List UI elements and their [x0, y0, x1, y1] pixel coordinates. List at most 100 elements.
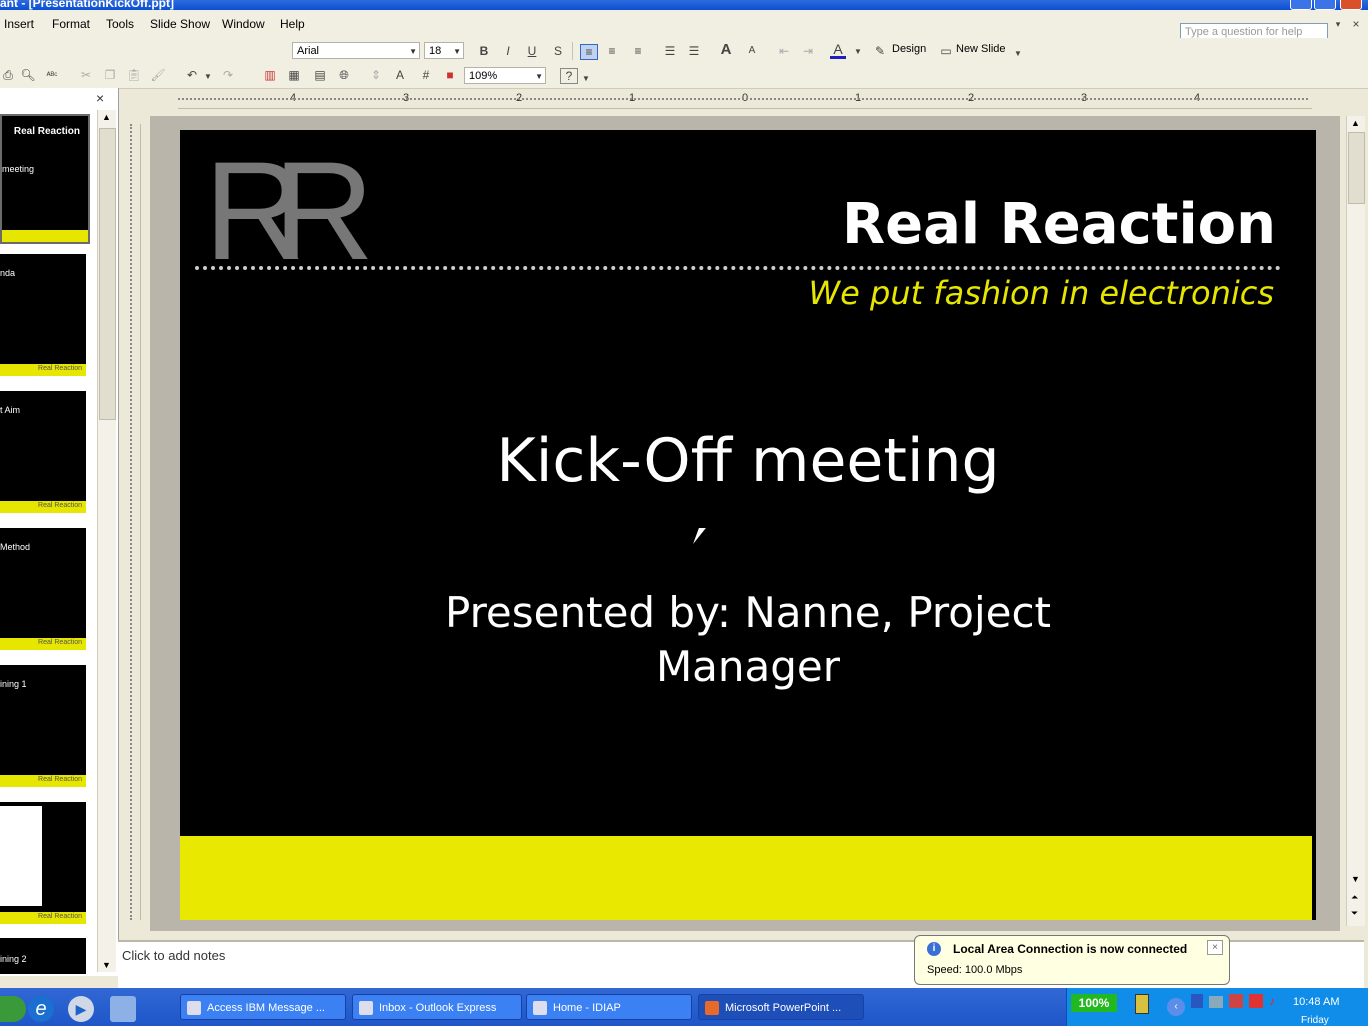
slide-thumbnail-3[interactable]: t Aim Real Reaction: [0, 391, 86, 513]
show-hidden-icons-icon[interactable]: ‹: [1167, 998, 1185, 1016]
menu-tools[interactable]: Tools: [106, 17, 134, 31]
slide-scrollbar[interactable]: ▲ ▼ ⏶ ⏷: [1346, 116, 1365, 926]
align-right-icon[interactable]: ≡: [630, 44, 646, 58]
slide-thumbnail-7[interactable]: ining 2: [0, 938, 86, 974]
media-player-icon[interactable]: ▶: [68, 996, 94, 1022]
paste-icon[interactable]: 📋︎: [126, 68, 142, 82]
table-icon[interactable]: ▦: [286, 68, 302, 82]
chevron-down-icon[interactable]: ▼: [200, 70, 216, 84]
print-preview-icon[interactable]: 🔍︎: [20, 68, 36, 82]
clock[interactable]: 10:48 AM: [1293, 996, 1339, 1008]
slide-thumbnail-5[interactable]: ining 1 Real Reaction: [0, 665, 86, 787]
tray-alert-icon[interactable]: [1249, 994, 1263, 1008]
scroll-down-icon[interactable]: ▼: [102, 960, 111, 970]
font-name-combo[interactable]: Arial ▼: [292, 42, 420, 59]
network-notification-balloon[interactable]: i Local Area Connection is now connected…: [914, 935, 1230, 985]
print-icon[interactable]: ⎙: [0, 68, 16, 82]
decrease-font-icon[interactable]: A: [744, 44, 760, 58]
underline-icon[interactable]: U: [524, 44, 540, 58]
vertical-ruler: [122, 124, 141, 920]
thumb-band: Real Reaction: [0, 501, 86, 513]
scroll-thumb[interactable]: [1348, 132, 1365, 204]
restore-button[interactable]: [1314, 0, 1336, 10]
zoom-combo[interactable]: 109% ▼: [464, 67, 546, 84]
menu-slide-show[interactable]: Slide Show: [150, 17, 210, 31]
increase-font-icon[interactable]: A: [718, 42, 734, 57]
previous-slide-icon[interactable]: ⏶: [1351, 892, 1358, 903]
menu-insert[interactable]: Insert: [4, 17, 34, 31]
close-document-icon[interactable]: ×: [1348, 17, 1364, 31]
grid-icon[interactable]: #: [418, 68, 434, 82]
font-color-icon[interactable]: A: [830, 42, 846, 59]
thumbnail-scrollbar[interactable]: ▲ ▼: [97, 110, 116, 972]
copy-icon[interactable]: ❐: [102, 68, 118, 82]
bullets-icon[interactable]: ☰: [686, 44, 702, 58]
design-button[interactable]: Design: [892, 43, 926, 55]
numbering-icon[interactable]: ☰: [662, 44, 678, 58]
redo-icon[interactable]: ↷: [220, 68, 236, 82]
internet-explorer-icon[interactable]: e: [28, 996, 54, 1022]
outlook-express-icon[interactable]: [110, 996, 136, 1022]
info-icon: i: [927, 942, 941, 956]
menu-bar: Insert Format Tools Slide Show Window He…: [0, 10, 1368, 40]
company-name[interactable]: Real Reaction: [842, 192, 1276, 257]
menu-format[interactable]: Format: [52, 17, 90, 31]
start-button[interactable]: [0, 996, 26, 1022]
current-slide[interactable]: RR Real Reaction We put fashion in elect…: [180, 130, 1316, 920]
cut-icon[interactable]: ✂: [78, 68, 94, 82]
close-icon[interactable]: ×: [96, 90, 104, 106]
hyperlink-icon[interactable]: 🌐︎: [336, 68, 352, 82]
chevron-down-icon[interactable]: ▼: [578, 72, 594, 86]
undo-icon[interactable]: ↶: [184, 68, 200, 82]
help-dropdown-icon[interactable]: ▾: [1330, 17, 1346, 31]
minimize-button[interactable]: [1290, 0, 1312, 10]
close-icon[interactable]: ×: [1207, 940, 1223, 955]
tagline[interactable]: We put fashion in electronics: [809, 274, 1274, 312]
expand-all-icon[interactable]: ⇕: [368, 68, 384, 82]
font-size-combo[interactable]: 18 ▼: [424, 42, 464, 59]
slide-thumbnail-4[interactable]: Method Real Reaction: [0, 528, 86, 650]
align-left-icon[interactable]: ≡: [580, 44, 598, 60]
decrease-indent-icon[interactable]: ⇤: [776, 44, 792, 58]
bold-icon[interactable]: B: [476, 44, 492, 58]
scroll-down-icon[interactable]: ▼: [1351, 874, 1360, 884]
task-powerpoint[interactable]: Microsoft PowerPoint ...: [698, 994, 864, 1020]
menu-window[interactable]: Window: [222, 17, 265, 31]
slide-thumbnail-6[interactable]: Real Reaction: [0, 802, 86, 924]
next-slide-icon[interactable]: ⏷: [1351, 908, 1358, 919]
shadow-icon[interactable]: S: [550, 44, 566, 58]
slide-title[interactable]: Kick-Off meeting: [180, 426, 1316, 496]
tables-borders-icon[interactable]: ▤: [312, 68, 328, 82]
chevron-down-icon[interactable]: ▼: [1010, 47, 1026, 61]
new-slide-button[interactable]: New Slide: [956, 43, 1006, 55]
slide-thumbnail-2[interactable]: nda Real Reaction: [0, 254, 86, 376]
scroll-thumb[interactable]: [99, 128, 116, 420]
security-icon[interactable]: [1229, 994, 1243, 1008]
slide-thumbnail-1[interactable]: Real Reaction meeting: [0, 114, 90, 244]
notes-placeholder: Click to add notes: [122, 948, 226, 963]
help-icon[interactable]: ?: [560, 68, 578, 84]
horizontal-ruler: 4 3 2 1 0 1 2 3 4: [178, 90, 1312, 109]
task-outlook-express[interactable]: Inbox - Outlook Express: [352, 994, 522, 1020]
battery-icon[interactable]: [1135, 994, 1149, 1014]
tray-app-icon[interactable]: [1191, 994, 1203, 1008]
battery-indicator[interactable]: 100%: [1071, 994, 1117, 1012]
scroll-up-icon[interactable]: ▲: [102, 112, 111, 122]
scroll-up-icon[interactable]: ▲: [1351, 118, 1360, 128]
chevron-down-icon[interactable]: ▼: [850, 45, 866, 59]
network-connection-icon[interactable]: [1209, 996, 1223, 1008]
format-painter-icon[interactable]: 🖌︎: [150, 68, 166, 82]
tray-graph-icon[interactable]: ♪: [1269, 994, 1281, 1008]
close-button[interactable]: [1340, 0, 1362, 10]
spelling-icon[interactable]: ᴬᴮᶜ: [44, 68, 60, 82]
align-center-icon[interactable]: ≡: [604, 44, 620, 58]
chart-icon[interactable]: ▥: [262, 68, 278, 82]
italic-icon[interactable]: I: [500, 44, 516, 58]
increase-indent-icon[interactable]: ⇥: [800, 44, 816, 58]
show-formatting-icon[interactable]: A: [392, 68, 408, 82]
task-home-idiap[interactable]: Home - IDIAP: [526, 994, 692, 1020]
task-access-ibm[interactable]: Access IBM Message ...: [180, 994, 346, 1020]
menu-help[interactable]: Help: [280, 17, 305, 31]
color-grayscale-icon[interactable]: ■: [442, 68, 458, 82]
slide-subtitle[interactable]: Presented by: Nanne, Project Manager: [380, 586, 1116, 694]
